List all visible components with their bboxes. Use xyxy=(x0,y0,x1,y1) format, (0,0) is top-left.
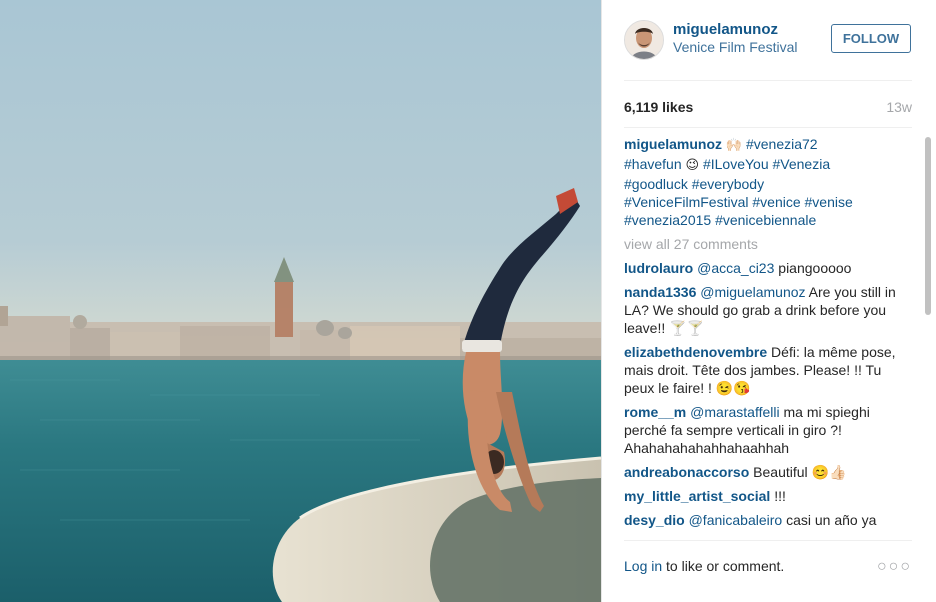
comment-text: !!! xyxy=(774,488,786,504)
post-modal: miguelamunoz Venice Film Festival FOLLOW… xyxy=(0,0,936,602)
post-time-ago[interactable]: 13w xyxy=(886,99,912,115)
wink-emoji: 😉 xyxy=(685,158,700,173)
avatar[interactable] xyxy=(624,20,664,60)
caption-username[interactable]: miguelamunoz xyxy=(624,136,722,152)
comment-text: Beautiful 😊👍🏻 xyxy=(753,464,847,480)
comment-username[interactable]: andreabonaccorso xyxy=(624,464,749,480)
likes-count[interactable]: 6,119 likes xyxy=(624,99,693,115)
comment-username[interactable]: desy_dio xyxy=(624,512,685,528)
more-options-icon[interactable]: ○○○ xyxy=(877,559,912,575)
post-location[interactable]: Venice Film Festival xyxy=(673,39,797,55)
comment-text: casi un año ya xyxy=(786,512,877,528)
comment-mention[interactable]: @miguelamunoz xyxy=(700,284,805,300)
hashtag[interactable]: #VeniceFilmFestival #venice #venise xyxy=(624,194,853,210)
photo-scene xyxy=(0,188,601,602)
login-prompt-text: to like or comment. xyxy=(662,558,785,574)
comment-item: andreabonaccorso Beautiful 😊👍🏻 xyxy=(624,463,914,481)
post-header: miguelamunoz Venice Film Festival FOLLOW xyxy=(602,0,936,80)
comment-username[interactable]: my_little_artist_social xyxy=(624,488,770,504)
raised-hands-emoji: 🙌🏻 xyxy=(725,138,743,153)
follow-button[interactable]: FOLLOW xyxy=(831,24,911,53)
hashtag[interactable]: #venezia2015 #venicebiennale xyxy=(624,212,816,228)
comment-item: elizabethdenovembre Défi: la même pose, … xyxy=(624,343,914,397)
comment-username[interactable]: nanda1336 xyxy=(624,284,696,300)
divider xyxy=(624,540,912,541)
comment-mention[interactable]: @acca_ci23 xyxy=(697,260,774,276)
divider xyxy=(624,127,912,128)
hashtag[interactable]: #ILoveYou #Venezia xyxy=(703,156,830,172)
comment-item: rome__m @marastaffelli ma mi spieghi per… xyxy=(624,403,914,457)
hashtag[interactable]: #venezia72 xyxy=(746,136,818,152)
post-author-username[interactable]: miguelamunoz xyxy=(673,21,778,38)
comment-mention[interactable]: @fanicabaleiro xyxy=(689,512,783,528)
comment-item: ludrolauro @acca_ci23 piangooooo xyxy=(624,259,914,277)
comment-username[interactable]: elizabethdenovembre xyxy=(624,344,767,360)
comment-item: my_little_artist_social !!! xyxy=(624,487,914,505)
comment-username[interactable]: ludrolauro xyxy=(624,260,693,276)
hashtag[interactable]: #havefun xyxy=(624,156,682,172)
comment-item: desy_dio @fanicabaleiro casi un año ya xyxy=(624,511,914,529)
comments-list[interactable]: miguelamunoz 🙌🏻 #venezia72 #havefun 😉 #I… xyxy=(624,135,914,532)
view-all-comments-link[interactable]: view all 27 comments xyxy=(624,235,914,253)
comment-mention[interactable]: @marastaffelli xyxy=(690,404,779,420)
divider xyxy=(624,80,912,81)
login-prompt: Log in to like or comment. xyxy=(624,558,784,574)
comment-text: piangooooo xyxy=(778,260,852,276)
post-photo[interactable] xyxy=(0,0,601,602)
comment-item: nanda1336 @miguelamunoz Are you still in… xyxy=(624,283,914,337)
post-caption: miguelamunoz 🙌🏻 #venezia72 #havefun 😉 #I… xyxy=(624,135,914,229)
post-details-panel: miguelamunoz Venice Film Festival FOLLOW… xyxy=(602,0,936,602)
comment-username[interactable]: rome__m xyxy=(624,404,686,420)
login-link[interactable]: Log in xyxy=(624,558,662,574)
avatar-face-icon xyxy=(625,21,663,59)
comments-scrollbar[interactable] xyxy=(925,137,931,315)
hashtag[interactable]: #goodluck #everybody xyxy=(624,176,764,192)
